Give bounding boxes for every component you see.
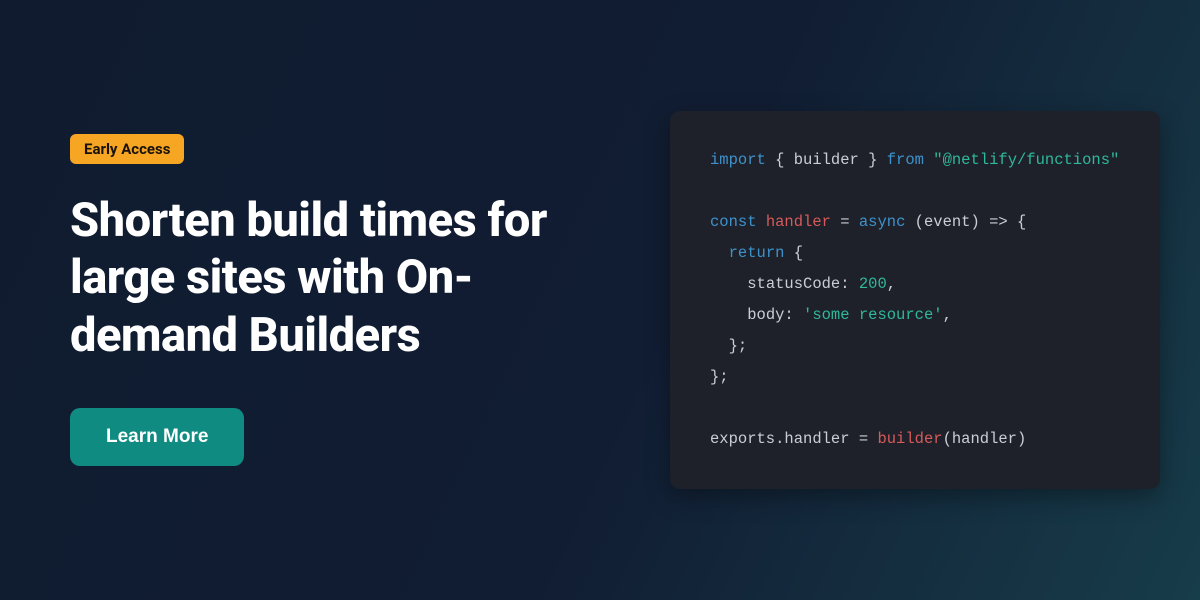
code-token: { bbox=[766, 151, 794, 169]
code-token-handler: handler bbox=[766, 213, 831, 231]
code-token: exports.handler = bbox=[710, 430, 877, 448]
code-token: , bbox=[887, 275, 896, 293]
code-token-string: 'some resource' bbox=[803, 306, 943, 324]
hero-headline: Shorten build times for large sites with… bbox=[70, 192, 630, 364]
code-token-import: import bbox=[710, 151, 766, 169]
code-token-params: (event) bbox=[905, 213, 989, 231]
code-token: => { bbox=[989, 213, 1026, 231]
code-token bbox=[710, 337, 729, 355]
hero-left-column: Early Access Shorten build times for lar… bbox=[70, 134, 630, 466]
code-token: }; bbox=[710, 368, 729, 386]
code-token bbox=[924, 151, 933, 169]
code-token-return: return bbox=[729, 244, 785, 262]
code-token: builder bbox=[794, 151, 859, 169]
code-snippet-panel: import { builder } from "@netlify/functi… bbox=[670, 111, 1160, 489]
code-token-from: from bbox=[887, 151, 924, 169]
code-token: { bbox=[784, 244, 803, 262]
code-token: } bbox=[859, 151, 887, 169]
code-token-string: "@netlify/functions" bbox=[933, 151, 1119, 169]
code-token bbox=[710, 306, 747, 324]
hero-right-column: import { builder } from "@netlify/functi… bbox=[670, 111, 1160, 489]
code-token: = bbox=[831, 213, 859, 231]
code-token: , bbox=[943, 306, 952, 324]
code-token: }; bbox=[729, 337, 748, 355]
code-token bbox=[757, 213, 766, 231]
code-token-const: const bbox=[710, 213, 757, 231]
learn-more-button[interactable]: Learn More bbox=[70, 408, 244, 466]
code-token: (handler) bbox=[943, 430, 1027, 448]
early-access-badge: Early Access bbox=[70, 134, 184, 164]
code-token-number: 200 bbox=[859, 275, 887, 293]
code-token-async: async bbox=[859, 213, 906, 231]
code-token bbox=[710, 244, 729, 262]
code-token: body: bbox=[747, 306, 803, 324]
code-snippet: import { builder } from "@netlify/functi… bbox=[710, 145, 1128, 455]
code-token-builder-call: builder bbox=[877, 430, 942, 448]
code-token: statusCode: bbox=[747, 275, 859, 293]
code-token bbox=[710, 275, 747, 293]
